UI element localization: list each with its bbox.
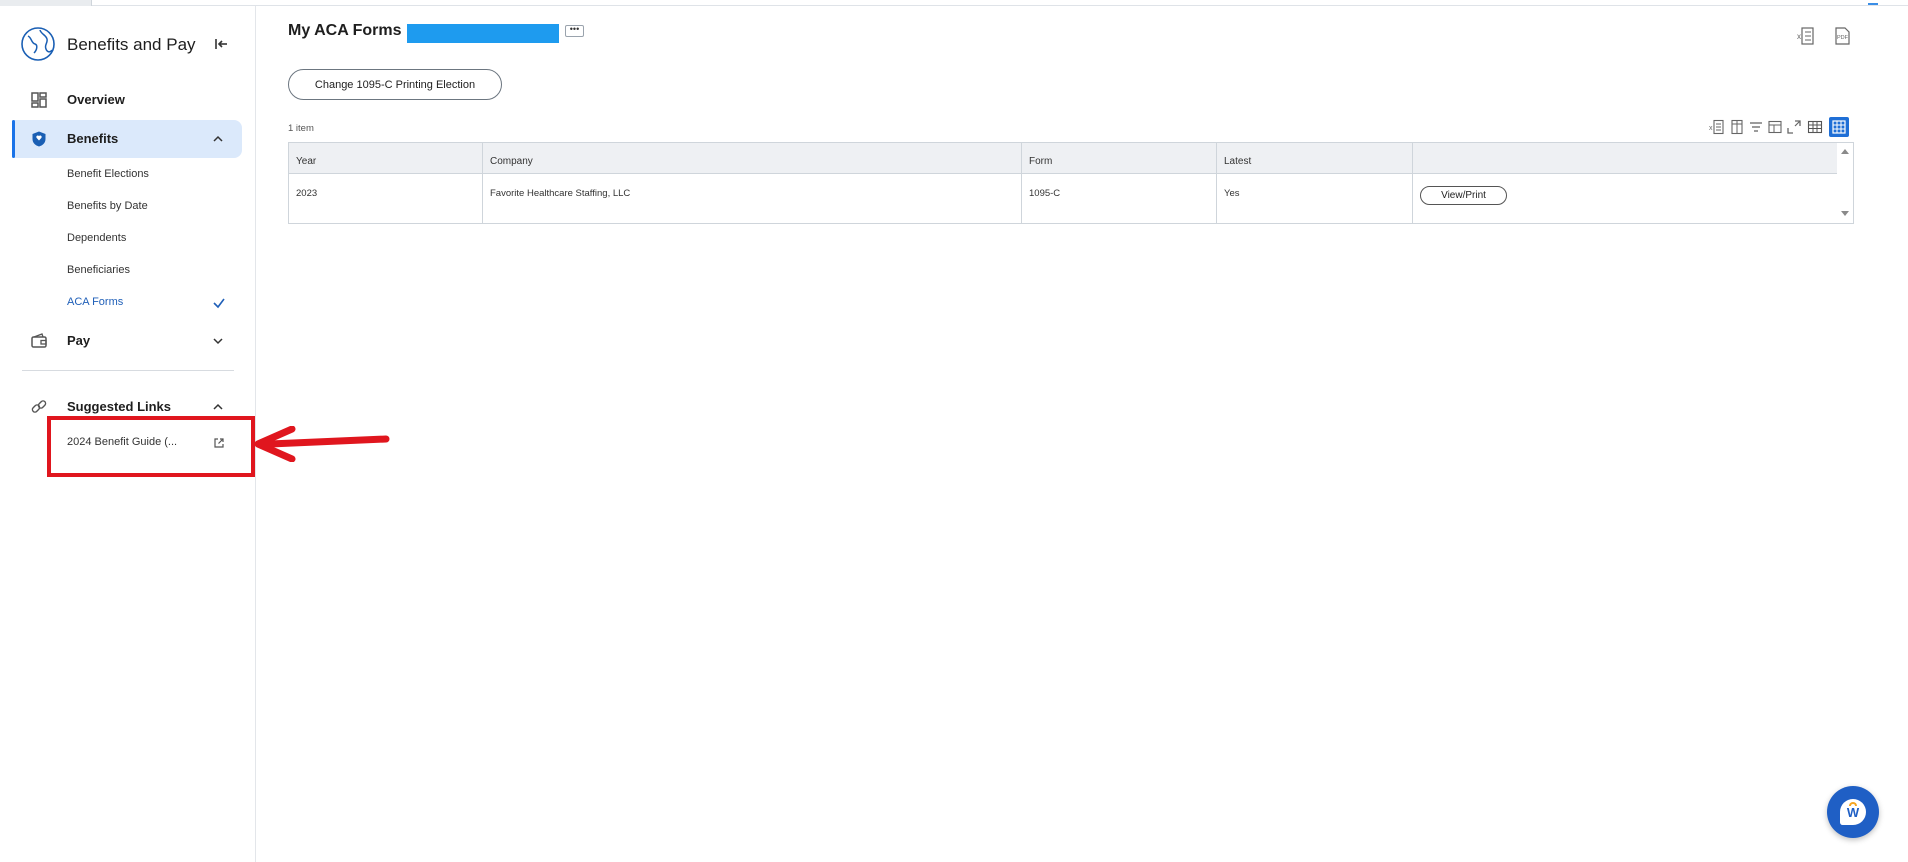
annotation-highlight-box — [47, 416, 255, 477]
scroll-up-icon[interactable] — [1841, 149, 1849, 154]
column-settings-icon[interactable] — [1729, 119, 1745, 135]
cell-latest: Yes — [1217, 174, 1413, 223]
export-pdf-icon[interactable]: PDF — [1833, 26, 1851, 46]
link-icon — [31, 400, 47, 413]
column-header-form[interactable]: Form — [1022, 143, 1217, 174]
sidebar-subitem-dependents[interactable]: Dependents — [67, 232, 126, 244]
sidebar-item-label: Overview — [67, 92, 125, 107]
sidebar-item-label: Suggested Links — [67, 399, 172, 414]
sidebar-subitem-beneficiaries[interactable]: Beneficiaries — [67, 264, 130, 276]
chevron-up-icon[interactable] — [211, 400, 225, 414]
sidebar-item-overview[interactable]: Overview — [14, 81, 242, 119]
svg-text:PDF: PDF — [1837, 35, 1849, 41]
page-title: My ACA Forms — [288, 22, 402, 39]
table-scrollbar[interactable] — [1837, 143, 1853, 223]
app-header: Benefits and Pay — [20, 26, 236, 64]
column-header-latest[interactable]: Latest — [1217, 143, 1413, 174]
app-title: Benefits and Pay — [67, 35, 196, 54]
export-excel-icon[interactable]: x — [1709, 119, 1725, 135]
sidebar-subitem-aca-forms[interactable]: ACA Forms — [67, 296, 123, 308]
chevron-down-icon[interactable] — [211, 334, 225, 348]
sidebar-item-pay[interactable]: Pay — [14, 322, 242, 360]
more-icon[interactable]: ••• — [565, 25, 584, 37]
column-header-actions — [1413, 143, 1837, 174]
checkmark-icon — [213, 298, 225, 309]
filter-icon[interactable] — [1748, 119, 1764, 135]
view-print-button[interactable]: View/Print — [1420, 186, 1507, 205]
table-layout-icon[interactable] — [1767, 119, 1783, 135]
redacted-name-bar — [407, 24, 559, 43]
corner-indicator — [1868, 0, 1878, 5]
scroll-down-icon[interactable] — [1841, 211, 1849, 216]
table-row: 2023 Favorite Healthcare Staffing, LLC 1… — [289, 174, 1837, 223]
sidebar-item-label: Pay — [67, 333, 91, 348]
svg-text:x: x — [1797, 32, 1801, 41]
aca-forms-table: Year Company Form Latest 2023 Favorite H… — [288, 142, 1854, 224]
sidebar-item-benefits[interactable]: Benefits — [12, 120, 242, 158]
wallet-icon — [31, 333, 47, 348]
cell-year: 2023 — [289, 174, 483, 223]
collapse-sidebar-icon[interactable] — [212, 35, 230, 53]
table-header-row: Year Company Form Latest — [289, 143, 1837, 174]
assistant-logo: W — [1846, 805, 1860, 820]
fullscreen-icon[interactable] — [1786, 119, 1802, 135]
grid-view-icon[interactable] — [1829, 117, 1849, 137]
main-content: My ACA Forms ••• x PDF Change 1095-C Pri… — [257, 6, 1908, 862]
assistant-chat-button[interactable]: W — [1827, 786, 1879, 838]
svg-text:x: x — [1709, 125, 1713, 132]
sidebar-divider — [22, 370, 234, 371]
dashboard-icon — [31, 92, 47, 108]
sidebar-subitem-benefit-elections[interactable]: Benefit Elections — [67, 168, 149, 180]
globe-icon — [21, 27, 55, 61]
chevron-up-icon[interactable] — [211, 132, 225, 146]
sidebar-subitem-benefits-by-date[interactable]: Benefits by Date — [67, 200, 148, 212]
sidebar-item-label: Benefits — [67, 131, 119, 146]
item-count: 1 item — [288, 123, 314, 134]
table-view-icon[interactable] — [1807, 119, 1823, 135]
cell-actions: View/Print — [1413, 174, 1837, 223]
change-printing-election-button[interactable]: Change 1095-C Printing Election — [288, 69, 502, 100]
cell-form: 1095-C — [1022, 174, 1217, 223]
export-excel-icon[interactable]: x — [1797, 26, 1815, 46]
chat-bubble-icon: W — [1840, 799, 1866, 825]
shield-icon — [32, 131, 46, 147]
column-header-year[interactable]: Year — [289, 143, 483, 174]
cell-company: Favorite Healthcare Staffing, LLC — [483, 174, 1022, 223]
column-header-company[interactable]: Company — [483, 143, 1022, 174]
